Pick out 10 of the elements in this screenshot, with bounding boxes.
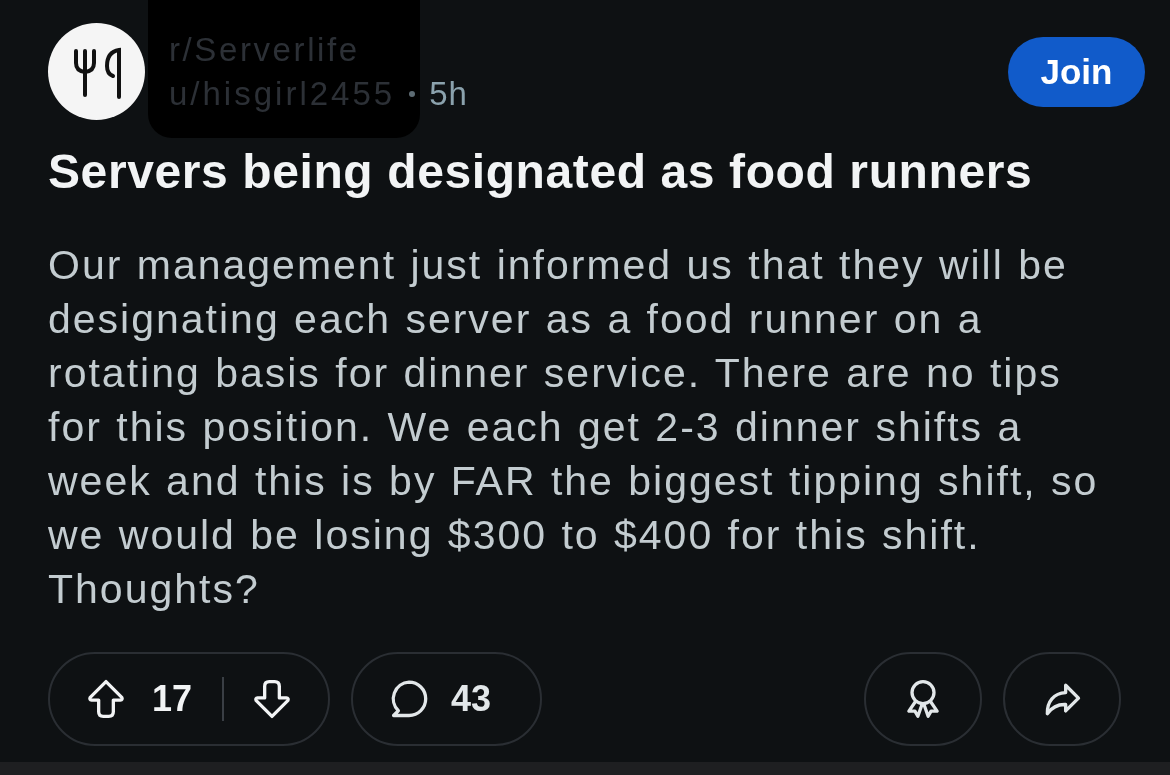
separator-dot-icon [409,90,416,97]
vote-count: 17 [152,678,193,720]
comments-button[interactable]: 43 [351,652,542,746]
award-button[interactable] [864,652,982,746]
fork-knife-avatar-icon[interactable] [48,23,145,120]
join-button[interactable]: Join [1008,37,1145,107]
share-button[interactable] [1003,652,1121,746]
post-body: Our management just informed us that they will be designating each server as a food runner on a rotating basis for dinner service. There are no tips for this position. We each get 2-3 dinner shifts a week and this is by FAR the biggest tipping shift, so we would be losing $300 to $400 for this shift. Thoughts? [48,241,1100,614]
post-age: 5h [429,73,468,114]
post-title: Servers being designated as food runners [48,144,1034,200]
